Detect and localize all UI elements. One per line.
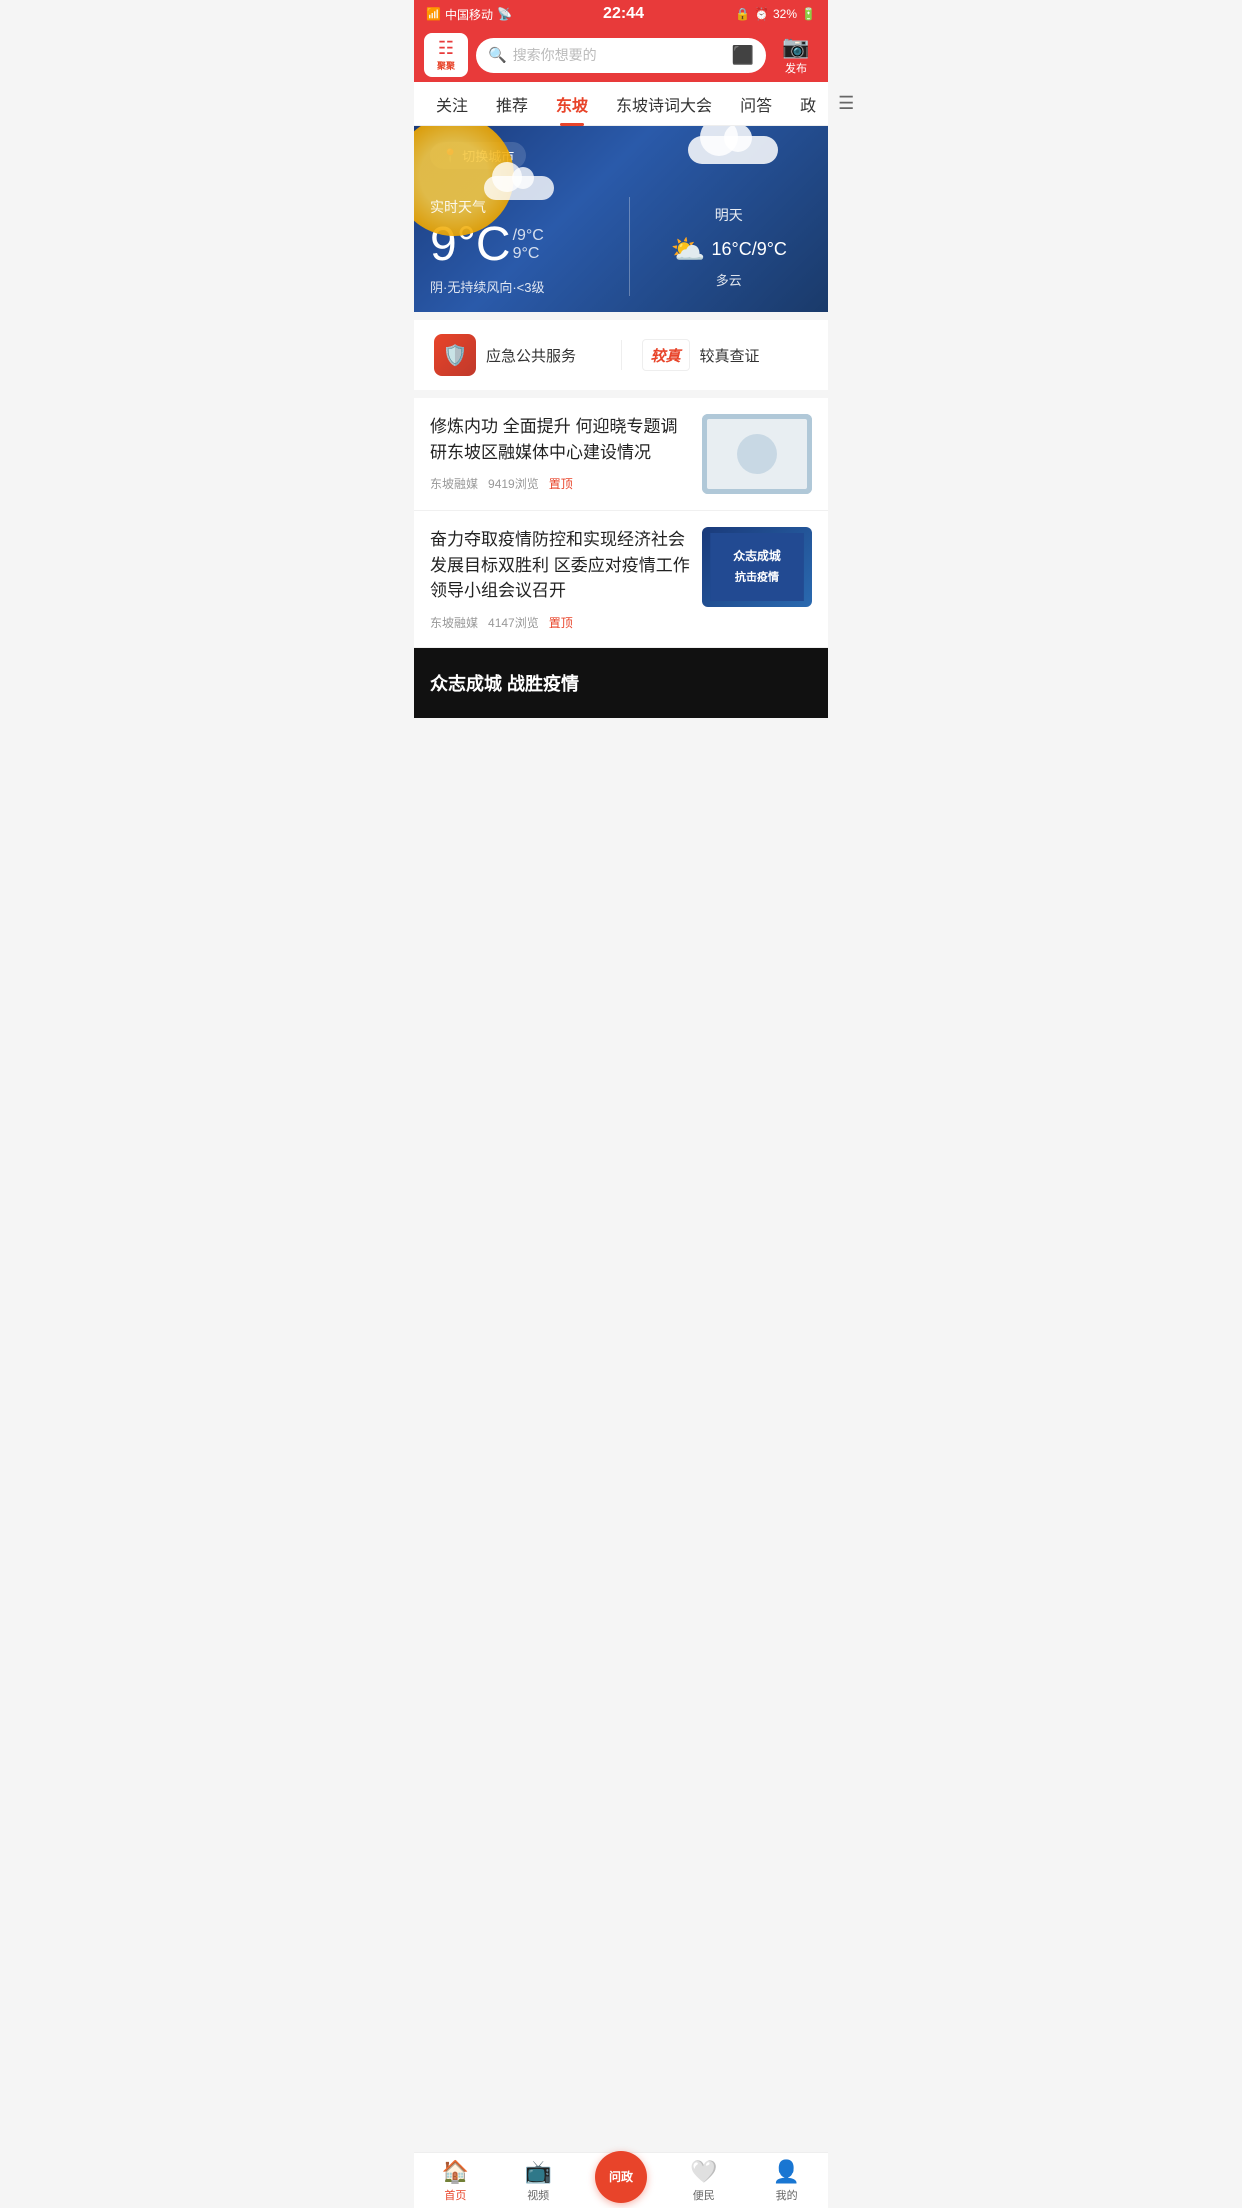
home-label: 首页 [444, 2187, 466, 2203]
carrier-label: 中国移动 [445, 6, 493, 23]
article-1-image [702, 414, 812, 494]
article-2-source: 东坡融媒 [430, 614, 478, 631]
service-verify[interactable]: 较真 较真查证 [642, 339, 809, 371]
wenzheng-button[interactable]: 问政 [595, 2151, 647, 2203]
article-2-meta: 东坡融媒 4147浏览 置顶 [430, 614, 690, 631]
status-left: 📶 中国移动 📡 [426, 6, 512, 23]
search-placeholder-text: 搜索你想要的 [513, 45, 726, 65]
tomorrow-temp: 16°C/9°C [711, 239, 786, 260]
home-icon: 🏠 [442, 2159, 469, 2185]
nav-tabs: 关注 推荐 东坡 东坡诗词大会 问答 政 ☰ [414, 82, 828, 126]
today-desc: 阴·无持续风向·<3级 [430, 277, 597, 296]
tab-dongpo[interactable]: 东坡 [542, 82, 602, 126]
alarm-icon: ⏰ [754, 7, 769, 21]
service-divider [621, 340, 622, 370]
service-emergency[interactable]: 🛡️ 应急公共服务 [434, 334, 601, 376]
nav-convenience[interactable]: 🤍 便民 [662, 2159, 745, 2203]
cloud-right [688, 136, 778, 164]
today-temp-range: /9°C9°C [513, 227, 544, 263]
tab-recommend[interactable]: 推荐 [482, 82, 542, 126]
tab-dongpo-poetry[interactable]: 东坡诗词大会 [602, 82, 726, 126]
verify-label: 较真查证 [700, 345, 760, 366]
news-article-1[interactable]: 修炼内功 全面提升 何迎晓专题调研东坡区融媒体中心建设情况 东坡融媒 9419浏… [414, 398, 828, 511]
video-label: 视频 [527, 2187, 549, 2203]
signal-icon: 📶 [426, 7, 441, 21]
article-2-title: 奋力夺取疫情防控和实现经济社会发展目标双胜利 区委应对疫情工作领导小组会议召开 [430, 527, 690, 604]
svg-text:众志成城: 众志成城 [733, 549, 781, 563]
search-bar[interactable]: 🔍 搜索你想要的 ⬛ [476, 38, 766, 73]
battery-label: 32% [773, 7, 797, 21]
news-section: 修炼内功 全面提升 何迎晓专题调研东坡区融媒体中心建设情况 东坡融媒 9419浏… [414, 398, 828, 648]
tomorrow-weather-icon: ⛅ [671, 233, 706, 266]
emergency-label: 应急公共服务 [486, 345, 576, 366]
app-header: ☷ 聚聚 🔍 搜索你想要的 ⬛ 📷 发布 [414, 28, 828, 82]
weather-section[interactable]: 📍 切换城市 实时天气 9°C /9°C9°C 阴·无持续风向·<3级 明天 ⛅… [414, 126, 828, 312]
convenience-label: 便民 [693, 2187, 715, 2203]
logo-icon: ☷ [438, 38, 454, 59]
weather-today: 实时天气 9°C /9°C9°C 阴·无持续风向·<3级 [430, 197, 613, 296]
wifi-icon: 📡 [497, 7, 512, 21]
tab-politics[interactable]: 政 [786, 82, 830, 126]
news-article-2[interactable]: 奋力夺取疫情防控和实现经济社会发展目标双胜利 区委应对疫情工作领导小组会议召开 … [414, 511, 828, 648]
video-icon: 📺 [524, 2159, 551, 2185]
verify-icon: 较真 [642, 339, 690, 371]
nav-more-icon[interactable]: ☰ [830, 93, 862, 114]
article-1-title: 修炼内功 全面提升 何迎晓专题调研东坡区融媒体中心建设情况 [430, 414, 690, 465]
video-banner[interactable]: 众志成城 战胜疫情 [414, 648, 828, 718]
app-logo[interactable]: ☷ 聚聚 [424, 33, 468, 77]
tomorrow-desc: 多云 [716, 270, 742, 289]
article-2-content: 奋力夺取疫情防控和实现经济社会发展目标双胜利 区委应对疫情工作领导小组会议召开 … [430, 527, 690, 631]
service-row: 🛡️ 应急公共服务 较真 较真查证 [414, 320, 828, 390]
article-1-meta: 东坡融媒 9419浏览 置顶 [430, 475, 690, 492]
tab-qa[interactable]: 问答 [726, 82, 786, 126]
today-label: 实时天气 [430, 197, 597, 217]
article-1-content: 修炼内功 全面提升 何迎晓专题调研东坡区融媒体中心建设情况 东坡融媒 9419浏… [430, 414, 690, 494]
battery-icon: 🔋 [801, 7, 816, 21]
search-icon: 🔍 [488, 46, 507, 64]
svg-text:抗击疫情: 抗击疫情 [735, 570, 779, 584]
article-1-views: 9419浏览 [488, 475, 539, 492]
publish-button[interactable]: 📷 发布 [774, 33, 818, 77]
profile-icon: 👤 [773, 2159, 800, 2185]
wenzheng-label: 问政 [609, 2171, 633, 2183]
tab-follow[interactable]: 关注 [422, 82, 482, 126]
convenience-icon: 🤍 [690, 2159, 717, 2185]
nav-video[interactable]: 📺 视频 [497, 2159, 580, 2203]
status-right: 🔒 ⏰ 32% 🔋 [735, 7, 816, 21]
emergency-icon: 🛡️ [434, 334, 476, 376]
article-2-image: 众志成城 抗击疫情 [702, 527, 812, 607]
article-1-pinned: 置顶 [549, 475, 573, 492]
tomorrow-label: 明天 [715, 205, 743, 225]
weather-divider [629, 197, 630, 296]
nav-home[interactable]: 🏠 首页 [414, 2159, 497, 2203]
weather-content: 实时天气 9°C /9°C9°C 阴·无持续风向·<3级 明天 ⛅ 16°C/9… [430, 197, 812, 296]
nav-profile[interactable]: 👤 我的 [745, 2159, 828, 2203]
status-bar: 📶 中国移动 📡 22:44 🔒 ⏰ 32% 🔋 [414, 0, 828, 28]
article-2-pinned: 置顶 [549, 614, 573, 631]
article-1-source: 东坡融媒 [430, 475, 478, 492]
camera-icon: 📷 [782, 34, 809, 60]
article-2-views: 4147浏览 [488, 614, 539, 631]
publish-label: 发布 [785, 60, 807, 76]
status-time: 22:44 [603, 5, 644, 23]
logo-text: 聚聚 [437, 59, 455, 72]
lock-icon: 🔒 [735, 7, 750, 21]
video-banner-text: 众志成城 战胜疫情 [430, 670, 579, 696]
scan-qr-icon[interactable]: ⬛ [732, 45, 754, 66]
profile-label: 我的 [776, 2187, 798, 2203]
nav-wenzheng[interactable]: 问政 [580, 2151, 663, 2208]
bottom-nav: 🏠 首页 📺 视频 问政 🤍 便民 👤 我的 [414, 2152, 828, 2208]
weather-tomorrow: 明天 ⛅ 16°C/9°C 多云 [646, 197, 813, 296]
